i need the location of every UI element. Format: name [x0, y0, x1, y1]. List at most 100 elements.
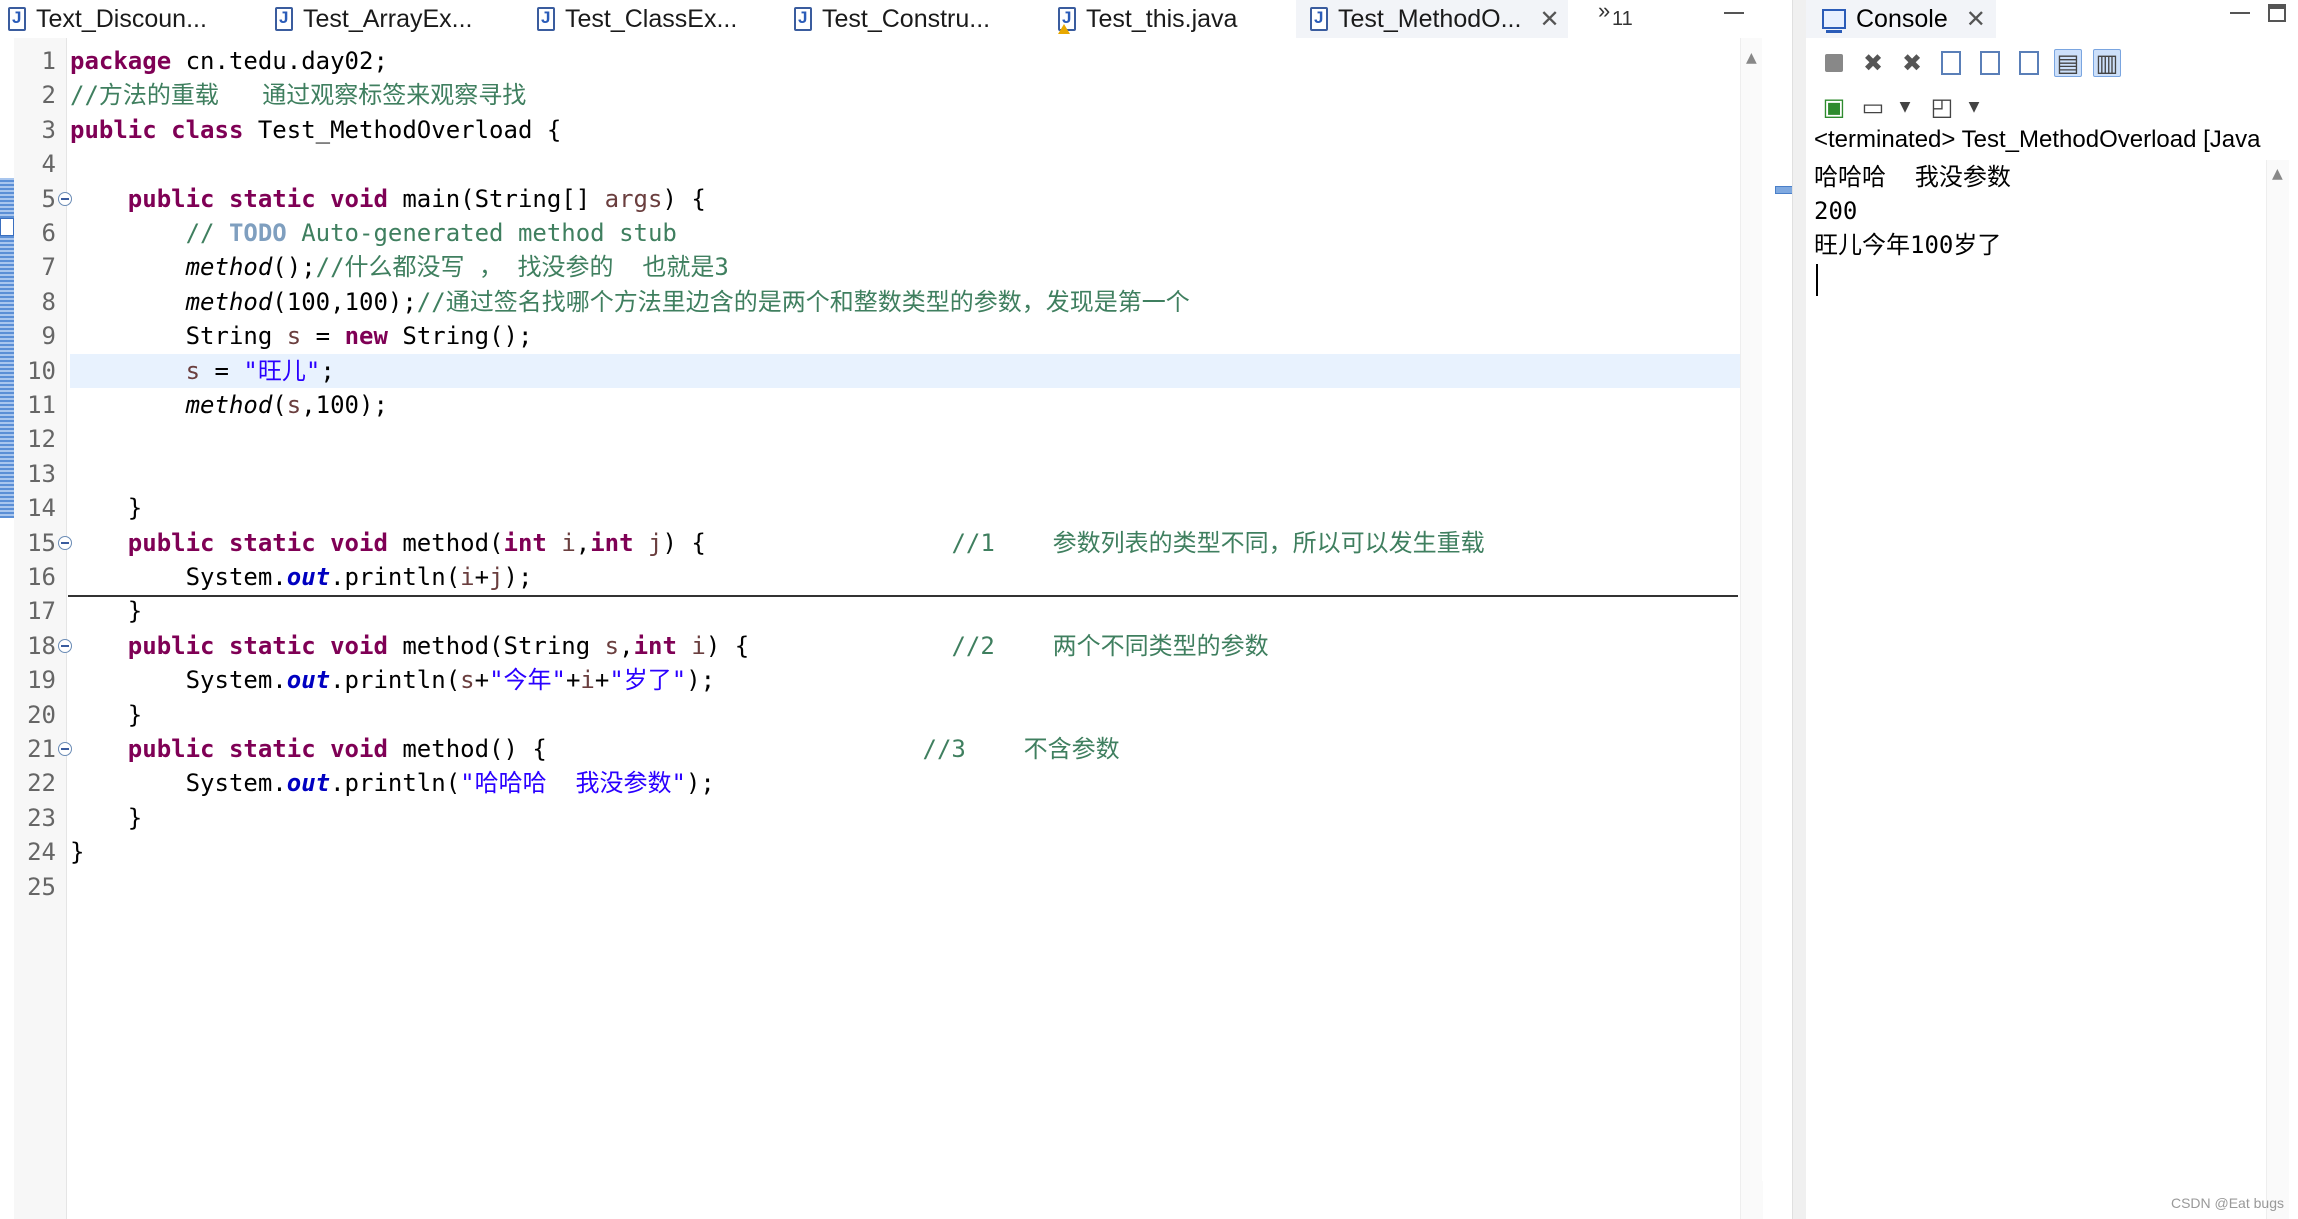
code-token: );	[503, 563, 533, 591]
maximize-icon[interactable]	[2268, 4, 2286, 22]
scroll-lock-icon[interactable]	[1976, 49, 2004, 77]
code-token: }	[70, 838, 85, 867]
close-icon[interactable]: ✕	[1966, 5, 1986, 34]
line-number: 22	[27, 769, 56, 798]
line-number: 21	[27, 735, 56, 763]
code-line[interactable]: }	[70, 835, 1740, 869]
pin-console-icon[interactable]: ▣	[1820, 93, 1848, 121]
code-line[interactable]: public static void method(String s,int i…	[70, 629, 1740, 663]
chevron-down-icon[interactable]: ▼	[1967, 93, 1981, 121]
code-token: ;	[320, 356, 335, 385]
change-marker-icon	[0, 218, 14, 236]
line-number: 2	[41, 81, 56, 110]
tab-overflow-count[interactable]: 11	[1612, 8, 1633, 31]
tab-test-constructor[interactable]: Test_Constru...	[794, 0, 990, 38]
show-on-stderr-icon[interactable]: ▥	[2093, 49, 2121, 77]
code-line[interactable]: public class Test_MethodOverload {	[70, 113, 1740, 147]
clear-console-icon[interactable]	[1937, 49, 1965, 77]
minimize-icon[interactable]	[2230, 4, 2250, 14]
console-output[interactable]: 哈哈哈 我没参数 200 旺儿今年100岁了	[1814, 160, 2011, 262]
code-line[interactable]: s = "旺儿";	[70, 353, 1740, 388]
code-token: j	[648, 528, 663, 557]
code-token: out	[286, 563, 331, 591]
overview-current-line-mark[interactable]	[1775, 186, 1793, 194]
line-number: 8	[41, 287, 56, 316]
code-line[interactable]: //方法的重载 通过观察标签来观察寻找	[70, 78, 1740, 112]
code-line[interactable]	[70, 870, 1740, 904]
java-file-icon	[794, 7, 812, 31]
code-line[interactable]: method(100,100);//通过签名找哪个方法里边含的是两个和整数类型的…	[70, 285, 1740, 319]
code-token: "旺儿"	[243, 356, 321, 385]
code-token: "哈哈哈 我没参数"	[460, 769, 686, 798]
tab-test-methodoverload[interactable]: Test_MethodO... ✕	[1296, 0, 1568, 38]
console-vertical-scrollbar[interactable]: ▲	[2266, 160, 2289, 1219]
tab-text-discount[interactable]: Text_Discoun...	[8, 0, 207, 38]
java-file-warning-icon	[1058, 7, 1076, 34]
java-editor[interactable]: 1 2 3 4 5 6 7 8 9 10 11 12 13 14 15 16 17 18 19 20 21 22 23 24 2…	[0, 38, 1763, 1219]
code-token: String();	[387, 322, 533, 351]
minimize-icon[interactable]	[1724, 4, 1744, 14]
code-area[interactable]: package cn.tedu.day02; //方法的重载 通过观察标签来观察寻…	[70, 38, 1740, 1219]
editor-vertical-scrollbar[interactable]: ▲	[1740, 38, 1763, 1219]
scroll-up-arrow-icon[interactable]: ▲	[2272, 166, 2283, 182]
code-line[interactable]	[70, 457, 1740, 491]
code-line[interactable]: String s = new String();	[70, 319, 1740, 353]
tab-test-arrayex[interactable]: Test_ArrayEx...	[275, 0, 473, 38]
watermark: CSDN @Eat bugs	[2170, 1195, 2284, 1211]
code-token: ,	[619, 631, 634, 660]
code-line[interactable]: method(s,100);	[70, 388, 1740, 422]
code-line[interactable]: public static void method() { //3 不含参数	[70, 732, 1740, 766]
line-number: 7	[41, 253, 56, 282]
line-number: 14	[27, 494, 56, 523]
open-console-icon[interactable]: ◰	[1928, 93, 1956, 121]
code-token: public	[127, 631, 215, 660]
chevron-down-icon[interactable]: ▼	[1898, 93, 1912, 121]
tab-test-this[interactable]: Test_this.java	[1058, 0, 1237, 38]
remove-launch-icon[interactable]: ✖	[1859, 49, 1887, 77]
code-line[interactable]: public static void main(String[] args) {	[70, 182, 1740, 216]
code-token: .println(	[330, 563, 461, 591]
tab-overflow-chevron-icon[interactable]: »	[1598, 0, 1610, 24]
line-number: 24	[27, 838, 56, 867]
remove-all-terminated-icon[interactable]: ✖	[1898, 49, 1926, 77]
code-line[interactable]: }	[70, 491, 1740, 525]
code-line[interactable]: }	[70, 594, 1740, 628]
show-on-stdout-icon[interactable]: ▤	[2054, 49, 2082, 77]
code-line[interactable]: method();//什么都没写 ， 找没参的 也就是3	[70, 250, 1740, 284]
code-line[interactable]	[70, 422, 1740, 456]
code-token: Auto-generated method stub	[286, 219, 677, 247]
line-number: 20	[27, 700, 56, 729]
code-line[interactable]: // TODO Auto-generated method stub	[70, 216, 1740, 250]
code-token: //通过签名找哪个方法里边含的是两个和整数类型的参数，发现是第一个	[416, 287, 1190, 316]
code-line[interactable]: }	[70, 801, 1740, 835]
code-token: method	[185, 391, 273, 419]
line-number: 3	[41, 115, 56, 144]
code-line[interactable]: System.out.println(s+"今年"+i+"岁了");	[70, 663, 1740, 697]
code-line[interactable]: public static void method(int i,int j) {…	[70, 526, 1740, 560]
display-selected-console-icon[interactable]: ▭	[1859, 93, 1887, 121]
word-wrap-icon[interactable]	[2015, 49, 2043, 77]
code-token: static	[228, 735, 316, 763]
line-number-ruler: 1 2 3 4 5 6 7 8 9 10 11 12 13 14 15 16 17 18 19 20 21 22 23 24 2…	[14, 38, 72, 1219]
close-icon[interactable]: ✕	[1539, 5, 1559, 34]
code-line[interactable]	[70, 147, 1740, 181]
code-token: void	[330, 735, 388, 763]
code-line[interactable]: System.out.println(i+j);	[70, 560, 1740, 594]
code-line[interactable]: package cn.tedu.day02;	[70, 44, 1740, 78]
code-line[interactable]: System.out.println("哈哈哈 我没参数");	[70, 766, 1740, 800]
code-token: i	[460, 563, 475, 591]
tab-console[interactable]: Console ✕	[1806, 0, 1996, 38]
code-token: //	[185, 219, 229, 247]
line-number: 1	[41, 47, 56, 75]
code-token: out	[286, 666, 331, 695]
code-token: +	[565, 666, 581, 695]
code-line[interactable]: }	[70, 698, 1740, 732]
terminate-icon[interactable]	[1820, 49, 1848, 77]
tab-test-classex[interactable]: Test_ClassEx...	[537, 0, 737, 38]
scroll-up-arrow-icon[interactable]: ▲	[1746, 50, 1757, 66]
